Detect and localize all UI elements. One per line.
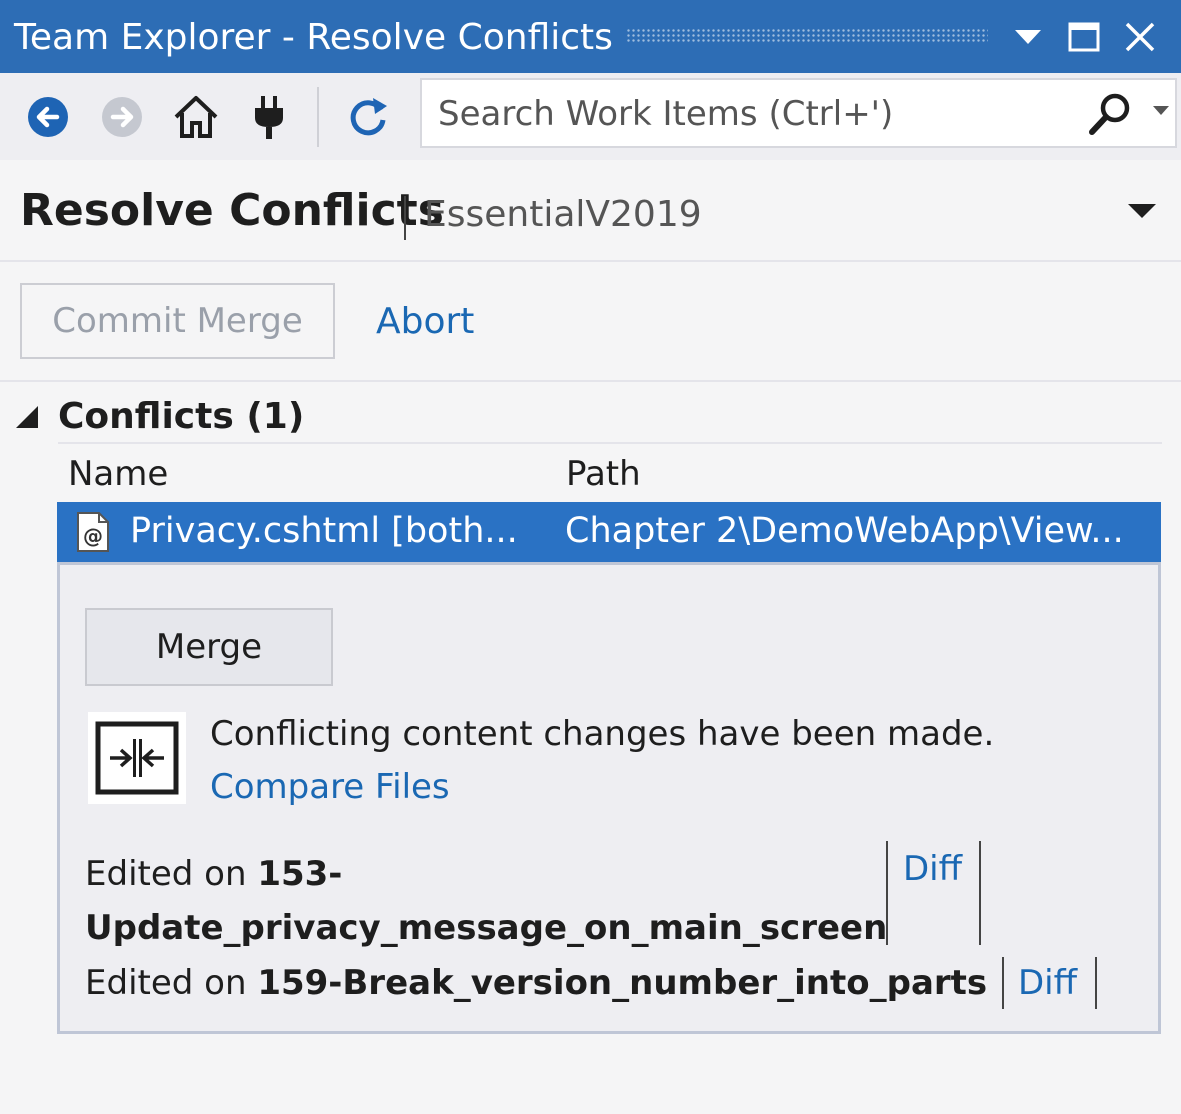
branch-name-continued: Update_privacy_message_on_main_screen xyxy=(85,908,888,948)
edit-prefix: Edited on xyxy=(85,963,258,1003)
close-icon xyxy=(1125,22,1155,52)
search-box[interactable] xyxy=(420,78,1177,148)
maximize-icon xyxy=(1068,22,1100,52)
section-divider xyxy=(58,442,1162,444)
connect-plug-icon xyxy=(255,96,283,139)
edit-entry-2: Edited on 159-Break_version_number_into_… xyxy=(85,963,987,1003)
edit-prefix: Edited on xyxy=(85,854,258,894)
column-header-path[interactable]: Path xyxy=(566,454,641,494)
svg-text:@: @ xyxy=(83,524,103,548)
conflicts-section-header[interactable]: Conflicts (1) xyxy=(14,394,1164,442)
repository-name: EssentialV2019 xyxy=(424,194,702,235)
edit-entry-1: Edited on 153- Update_privacy_message_on… xyxy=(85,847,887,955)
diff-link-1[interactable]: Diff xyxy=(903,849,962,889)
conflict-row-selected[interactable]: @ Privacy.cshtml [both... Chapter 2\Demo… xyxy=(57,502,1161,562)
column-header-name[interactable]: Name xyxy=(68,454,168,494)
search-icon[interactable] xyxy=(1086,90,1134,138)
branch-name: 153- xyxy=(257,854,343,894)
search-input[interactable] xyxy=(436,88,1060,140)
separator-bar xyxy=(886,841,888,945)
title-bar-grip[interactable] xyxy=(626,28,988,44)
branch-name: 159-Break_version_number_into_parts xyxy=(257,963,988,1003)
window-menu-button[interactable] xyxy=(1006,14,1050,60)
dropdown-icon xyxy=(1015,30,1041,44)
diff-link-2[interactable]: Diff xyxy=(1018,963,1077,1003)
refresh-button[interactable] xyxy=(342,91,394,143)
page-header: Resolve Conflicts EssentialV2019 xyxy=(0,160,1181,262)
compare-files-link[interactable]: Compare Files xyxy=(210,767,450,807)
maximize-button[interactable] xyxy=(1062,14,1106,60)
home-icon xyxy=(174,96,218,138)
action-bar: Commit Merge Abort xyxy=(0,262,1181,382)
separator-bar xyxy=(979,841,981,945)
conflict-file-path: Chapter 2\DemoWebApp\View... xyxy=(565,511,1124,551)
page-menu-dropdown-icon[interactable] xyxy=(1122,196,1162,226)
home-button[interactable] xyxy=(170,91,222,143)
toolbar-separator xyxy=(317,87,319,147)
separator-bar xyxy=(1095,957,1097,1009)
toolbar xyxy=(0,73,1181,160)
abort-link[interactable]: Abort xyxy=(376,301,474,342)
connect-button[interactable] xyxy=(243,91,295,143)
conflict-file-name: Privacy.cshtml [both... xyxy=(130,511,518,551)
back-arrow-icon xyxy=(28,97,68,137)
window-title: Team Explorer - Resolve Conflicts xyxy=(14,17,613,58)
conflicts-section-title: Conflicts (1) xyxy=(58,396,305,437)
conflict-message: Conflicting content changes have been ma… xyxy=(210,714,995,754)
close-button[interactable] xyxy=(1118,14,1162,60)
forward-arrow-icon xyxy=(102,97,142,137)
search-options-chevron-icon[interactable] xyxy=(1152,104,1170,116)
razor-file-icon: @ xyxy=(77,512,109,552)
merge-button[interactable]: Merge xyxy=(85,608,333,686)
refresh-icon xyxy=(350,98,387,136)
header-separator xyxy=(404,196,406,240)
separator-bar xyxy=(1002,957,1004,1009)
collapse-triangle-icon[interactable] xyxy=(14,404,40,430)
back-button[interactable] xyxy=(22,91,74,143)
commit-merge-button[interactable]: Commit Merge xyxy=(20,283,335,359)
forward-button[interactable] xyxy=(96,91,148,143)
page-title[interactable]: Resolve Conflicts xyxy=(20,185,444,236)
conflict-detail-panel: Merge Conflicting content changes have b… xyxy=(57,562,1161,1034)
merge-conflict-icon xyxy=(88,712,186,804)
title-bar: Team Explorer - Resolve Conflicts xyxy=(0,0,1181,73)
